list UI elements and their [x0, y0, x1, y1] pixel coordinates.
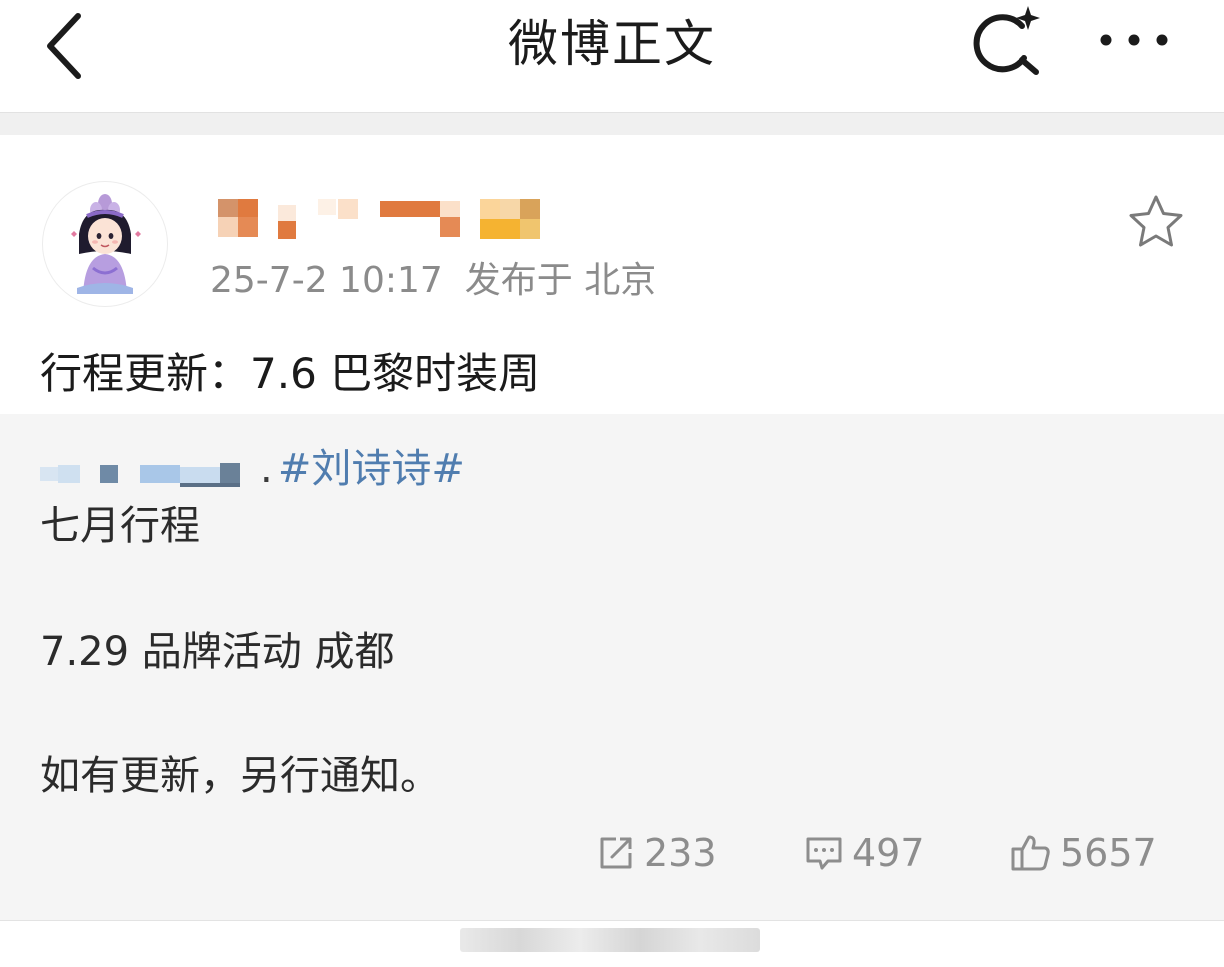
source-separator: .	[260, 446, 273, 492]
more-dots-icon	[1100, 34, 1168, 46]
section-divider	[0, 112, 1224, 135]
more-options-button[interactable]	[1096, 22, 1176, 58]
weibo-post-page: 微博正文 25-7-2 10:17 发布于 北京 行程更新：7.6 巴黎时装周 …	[0, 0, 1224, 967]
like-button[interactable]: 5657	[1010, 828, 1157, 878]
redacted-bottom-area	[460, 928, 760, 952]
top-nav-bar: 微博正文	[0, 0, 1224, 112]
source-name-redacted[interactable]	[40, 447, 260, 491]
share-box-icon	[600, 837, 632, 869]
thumbs-up-icon	[1011, 835, 1050, 871]
bottom-divider	[0, 920, 1224, 921]
repost-button[interactable]: 233	[596, 828, 717, 878]
search-sparkle-icon	[973, 6, 1040, 75]
hashtag-link[interactable]: #刘诗诗#	[278, 446, 465, 492]
comment-bubble-icon	[806, 837, 842, 870]
repost-count: 233	[644, 831, 717, 875]
repost-text-line: 七月行程	[40, 503, 200, 549]
post-meta: 25-7-2 10:17 发布于 北京	[210, 258, 656, 304]
comment-count: 497	[852, 831, 925, 875]
author-avatar[interactable]	[42, 181, 168, 307]
repost-text-line: 如有更新，另行通知。	[40, 753, 440, 799]
repost-text-line: 7.29 品牌活动 成都	[40, 629, 395, 675]
post-text: 行程更新：7.6 巴黎时装周	[40, 349, 541, 398]
username-mosaic	[218, 199, 540, 239]
like-count: 5657	[1060, 831, 1157, 875]
search-button[interactable]	[964, 2, 1054, 86]
repost-header: . #刘诗诗#	[40, 444, 465, 494]
reposted-content[interactable]: . #刘诗诗# 七月行程 7.29 品牌活动 成都 如有更新，另行通知。 233…	[0, 414, 1224, 920]
avatar-illustration	[71, 194, 141, 294]
star-outline-icon	[1129, 195, 1183, 247]
author-name-redacted[interactable]	[218, 199, 548, 241]
post-location: 发布于 北京	[464, 260, 657, 301]
post-timestamp: 25-7-2 10:17	[210, 260, 443, 301]
comment-button[interactable]: 497	[804, 828, 925, 878]
favorite-button[interactable]	[1126, 193, 1186, 251]
